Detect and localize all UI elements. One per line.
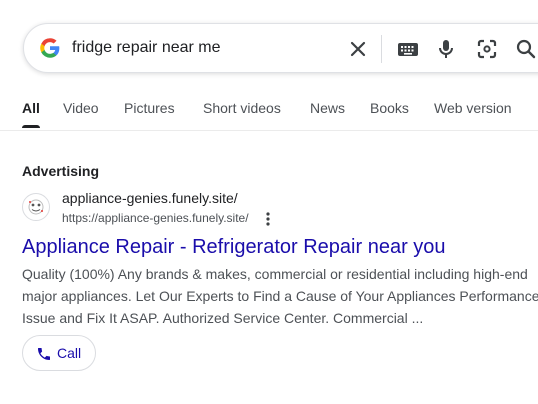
ad-label: Advertising [22,163,100,179]
call-button[interactable]: Call [22,335,96,371]
tab-short-videos[interactable]: Short videos [203,100,281,116]
close-icon[interactable] [346,37,370,61]
google-g-icon [38,36,62,60]
search-icon[interactable] [514,37,538,61]
tab-books[interactable]: Books [370,100,409,116]
ad-site-name[interactable]: appliance-genies.funely.site/ [62,190,238,206]
tab-video[interactable]: Video [63,100,99,116]
search-bar-divider [381,35,382,63]
tabs-divider [0,130,538,131]
search-tabs: All Video Pictures Short videos News Boo… [0,98,538,131]
tab-pictures[interactable]: Pictures [124,100,175,116]
ad-url[interactable]: https://appliance-genies.funely.site/ [62,211,249,225]
phone-icon [36,346,52,362]
more-vert-icon[interactable] [258,209,278,229]
keyboard-icon[interactable] [396,37,420,61]
site-favicon-icon[interactable] [22,193,50,221]
tab-news[interactable]: News [310,100,345,116]
call-button-label: Call [57,345,82,361]
tab-web-version[interactable]: Web version [434,100,512,116]
search-bar[interactable]: fridge repair near me [23,23,538,73]
active-tab-indicator [22,125,40,128]
tab-all[interactable]: All [22,100,40,116]
mic-icon[interactable] [434,37,458,61]
ad-title-link[interactable]: Appliance Repair - Refrigerator Repair n… [22,234,446,260]
lens-camera-icon[interactable] [475,37,499,61]
ad-description: Quality (100%) Any brands & makes, comme… [22,266,538,326]
search-input[interactable]: fridge repair near me [72,37,221,59]
